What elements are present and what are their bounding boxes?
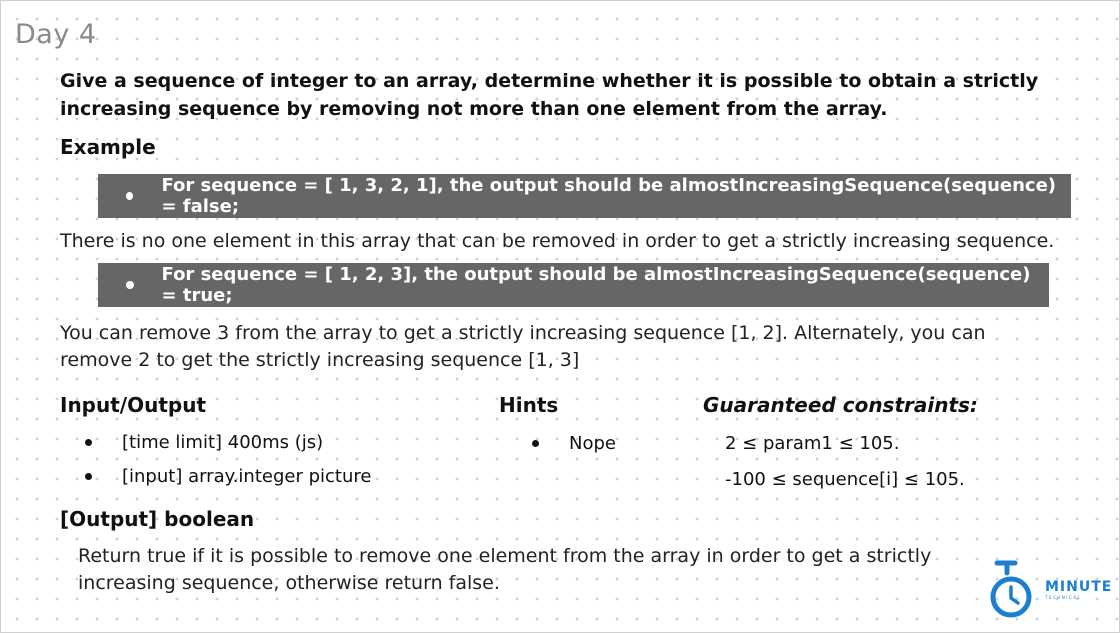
bullet-icon [85,473,92,480]
constraint-item: -100 ≤ sequence[i] ≤ 105. [725,469,965,490]
day-title: Day 4 [15,19,97,50]
example-case-2: For sequence = [ 1, 2, 3], the output sh… [98,263,1049,307]
constraints-heading: Guaranteed constraints: [703,393,978,417]
example-explanation-2-line-2: remove 2 to get the strictly increasing … [60,349,580,371]
logo-word: MINUTE [1045,579,1113,595]
example-case-1-text: For sequence = [ 1, 3, 2, 1], the output… [161,175,1057,217]
example-case-2-text: For sequence = [ 1, 2, 3], the output sh… [161,264,1031,306]
io-item-text: [input] array.integer picture [122,466,372,487]
io-item: [input] array.integer picture [85,466,371,487]
input-output-heading: Input/Output [60,393,207,417]
bullet-icon [532,440,539,447]
logo-subtitle: TECHNICAL [1045,595,1082,600]
hint-item: Nope [532,433,616,454]
example-heading: Example [60,135,156,159]
output-description-line-2: increasing sequence, otherwise return fa… [78,572,500,594]
minute-technical-logo: MINUTE TECHNICAL [987,559,1112,621]
example-explanation-1: There is no one element in this array th… [60,230,1055,252]
hint-item-text: Nope [569,433,616,454]
logo-text: MINUTE TECHNICAL [1045,580,1112,600]
io-item-text: [time limit] 400ms (js) [122,432,324,453]
stopwatch-icon [990,560,1032,618]
constraint-item: 2 ≤ param1 ≤ 105. [725,433,900,454]
hints-heading: Hints [499,393,559,417]
bullet-icon [126,281,134,289]
output-heading: [Output] boolean [60,507,255,531]
example-case-1: For sequence = [ 1, 3, 2, 1], the output… [98,174,1071,218]
example-explanation-2-line-1: You can remove 3 from the array to get a… [60,322,986,344]
io-item: [time limit] 400ms (js) [85,432,323,453]
problem-statement: Give a sequence of integer to an array, … [60,70,1039,120]
bullet-icon [85,439,92,446]
slide-page: Day 4 Give a sequence of integer to an a… [0,0,1120,633]
bullet-icon [126,192,134,200]
output-description-line-1: Return true if it is possible to remove … [78,545,932,567]
